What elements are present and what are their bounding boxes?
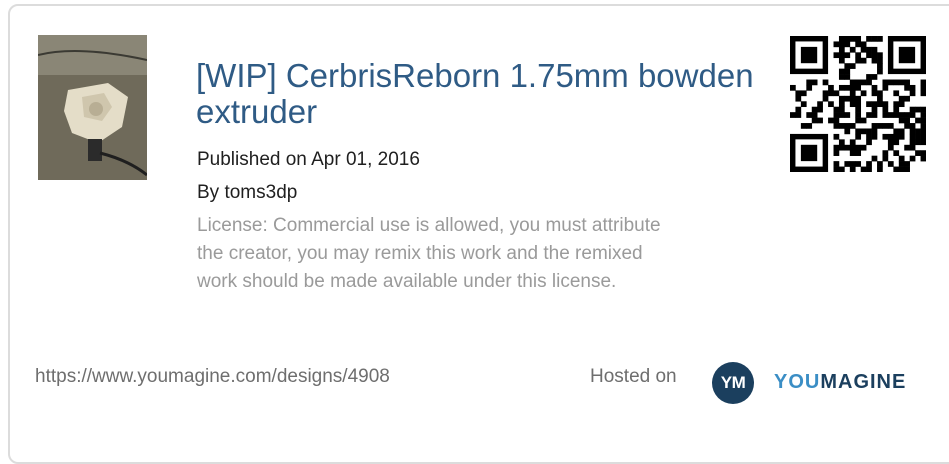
published-date: Published on Apr 01, 2016 [197,149,420,170]
youmagine-logo-wordmark[interactable]: YOUMAGINE [774,371,906,394]
license-text: License: Commercial use is allowed, you … [197,215,661,292]
author: By toms3dp [197,182,298,203]
design-thumbnail[interactable] [38,35,147,180]
design-title[interactable]: [WIP] CerbrisReborn 1.75mm bowden extrud… [196,58,756,130]
qr-code [790,36,926,172]
logo-you: YOU [774,371,821,393]
logo-magine: MAGINE [820,371,907,393]
hosted-on-label: Hosted on [590,366,677,387]
design-url[interactable]: https://www.youmagine.com/designs/4908 [35,366,390,388]
youmagine-logo-icon[interactable]: YM [712,362,754,404]
